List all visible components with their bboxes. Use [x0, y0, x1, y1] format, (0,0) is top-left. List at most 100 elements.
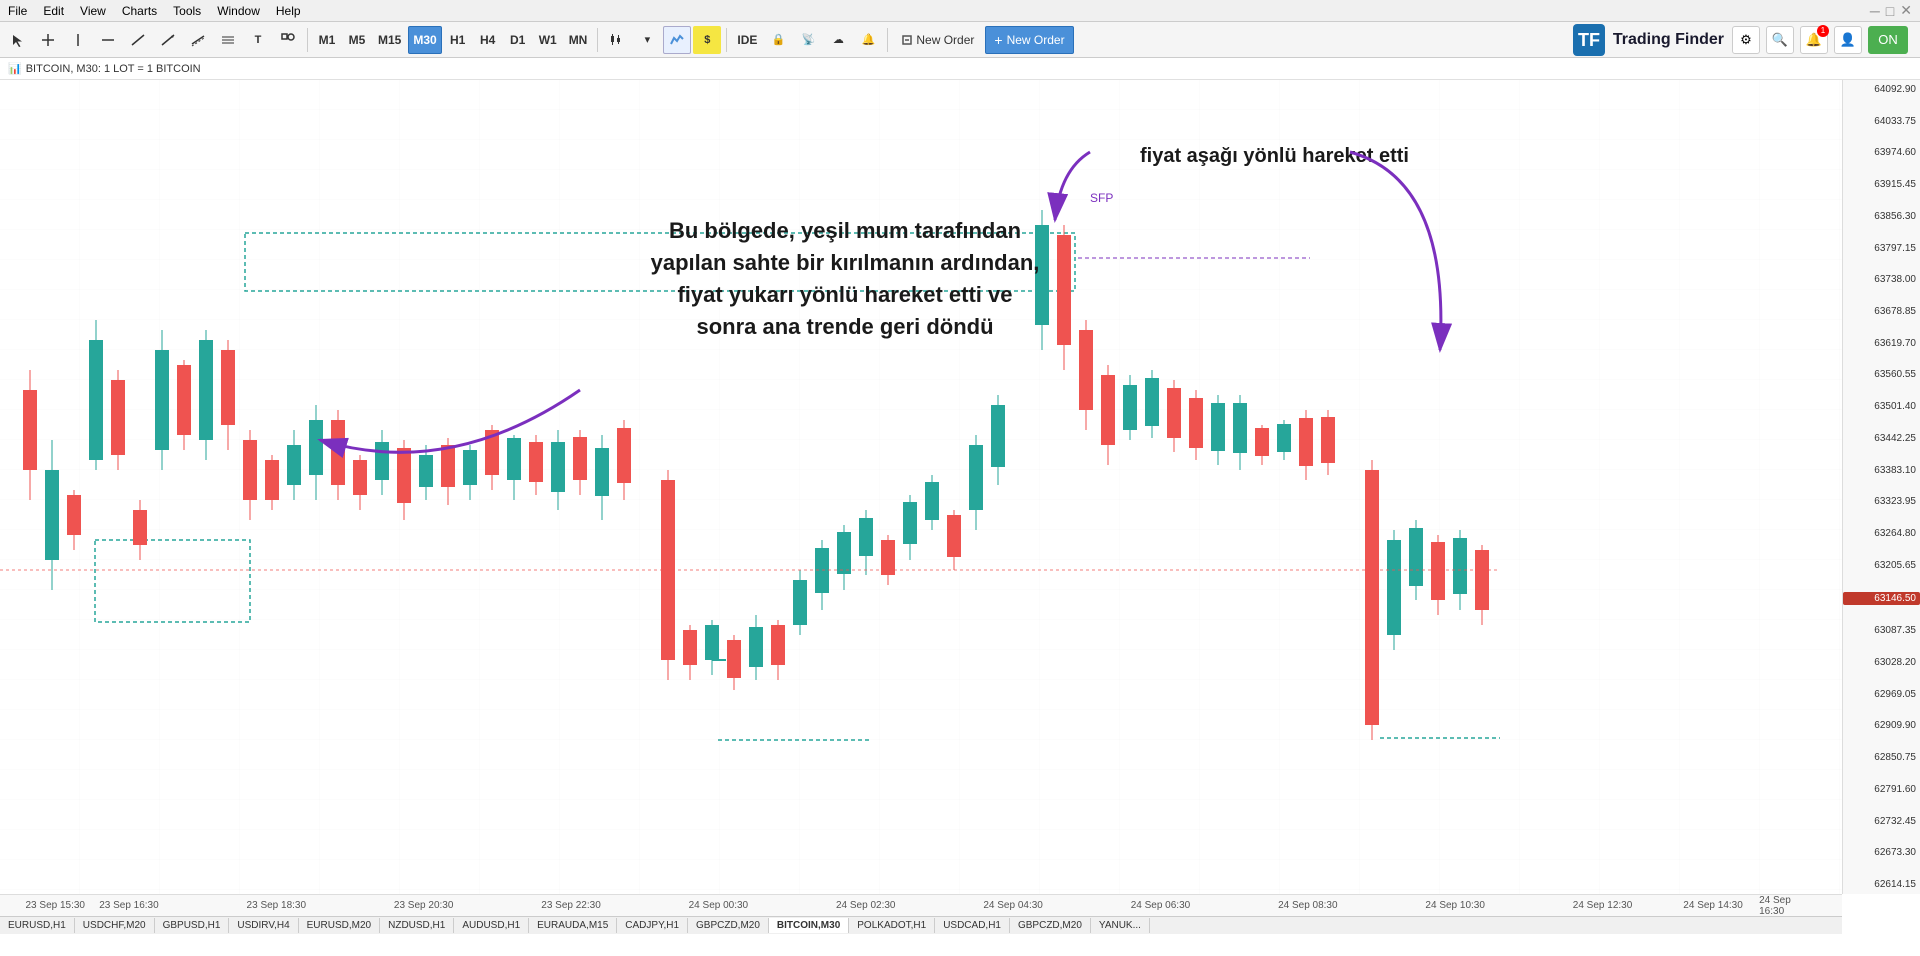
price-63087: 63087.35: [1843, 625, 1920, 636]
tab-gbpusd[interactable]: GBPUSD,H1: [155, 918, 230, 933]
price-63678: 63678.85: [1843, 306, 1920, 317]
ide-btn[interactable]: IDE: [732, 26, 762, 54]
toolbar: T M1 M5 M15 M30 H1 H4 D1 W1 MN ▾ $ IDE 🔒…: [0, 22, 1920, 58]
tf-m15[interactable]: M15: [373, 26, 406, 54]
price-current: 63146.50: [1843, 592, 1920, 605]
time-2: 23 Sep 18:30: [247, 900, 307, 911]
bell-btn[interactable]: 🔔: [854, 26, 882, 54]
bottom-tabs: EURUSD,H1 USDCHF,M20 GBPUSD,H1 USDIRV,H4…: [0, 916, 1842, 934]
tab-eurusd-h1[interactable]: EURUSD,H1: [0, 918, 75, 933]
price-63383: 63383.10: [1843, 465, 1920, 476]
tf-mn[interactable]: MN: [564, 26, 593, 54]
symbol-info: BITCOIN, M30: 1 LOT = 1 BITCOIN: [26, 63, 201, 75]
tool-trendline[interactable]: [124, 26, 152, 54]
signal-btn[interactable]: 📡: [794, 26, 822, 54]
menu-window[interactable]: Window: [217, 4, 260, 18]
price-62673: 62673.30: [1843, 847, 1920, 858]
settings-icon[interactable]: ⚙: [1732, 26, 1760, 54]
time-6: 24 Sep 02:30: [836, 900, 896, 911]
time-9: 24 Sep 08:30: [1278, 900, 1338, 911]
price-62791: 62791.60: [1843, 784, 1920, 795]
tab-eurusd-m20[interactable]: EURUSD,M20: [299, 918, 380, 933]
logo-icon: TF: [1573, 24, 1605, 56]
svg-text:TF: TF: [1578, 30, 1600, 50]
notification-icon[interactable]: 🔔 1: [1800, 26, 1828, 54]
price-62969: 62969.05: [1843, 689, 1920, 700]
logo-area: TF Trading Finder ⚙ 🔍 🔔 1 👤 ON: [1573, 24, 1916, 56]
tool-hline[interactable]: [94, 26, 122, 54]
time-10: 24 Sep 10:30: [1425, 900, 1485, 911]
tool-ray[interactable]: [154, 26, 182, 54]
price-axis: 64092.90 64033.75 63974.60 63915.45 6385…: [1842, 80, 1920, 894]
chart-type-candlestick[interactable]: [603, 26, 631, 54]
lock-btn[interactable]: 🔒: [764, 26, 792, 54]
dollar-btn[interactable]: $: [693, 26, 721, 54]
tf-h1[interactable]: H1: [444, 26, 472, 54]
tool-shapes[interactable]: [274, 26, 302, 54]
tool-fib[interactable]: [214, 26, 242, 54]
price-62909: 62909.90: [1843, 720, 1920, 731]
price-63738: 63738.00: [1843, 274, 1920, 285]
tab-nzdusd[interactable]: NZDUSD,H1: [380, 918, 454, 933]
price-63915: 63915.45: [1843, 179, 1920, 190]
time-4: 23 Sep 22:30: [541, 900, 601, 911]
price-62850: 62850.75: [1843, 752, 1920, 763]
menu-view[interactable]: View: [80, 4, 106, 18]
tab-cadjpy[interactable]: CADJPY,H1: [617, 918, 688, 933]
tool-channel[interactable]: [184, 26, 212, 54]
tool-crosshair[interactable]: [34, 26, 62, 54]
tool-vert-line[interactable]: [64, 26, 92, 54]
chart-type-dropdown[interactable]: ▾: [633, 26, 661, 54]
price-63856: 63856.30: [1843, 211, 1920, 222]
tab-audusd[interactable]: AUDUSD,H1: [454, 918, 529, 933]
price-63028: 63028.20: [1843, 657, 1920, 668]
time-1: 23 Sep 16:30: [99, 900, 159, 911]
menu-edit[interactable]: Edit: [43, 4, 64, 18]
time-11: 24 Sep 12:30: [1573, 900, 1633, 911]
time-5: 24 Sep 00:30: [689, 900, 749, 911]
tab-usdcad[interactable]: USDCAD,H1: [935, 918, 1010, 933]
algo-trading-btn[interactable]: New Order: [893, 26, 983, 54]
time-13: 24 Sep 16:30: [1759, 895, 1814, 917]
price-63797: 63797.15: [1843, 243, 1920, 254]
tab-eurauda[interactable]: EURAUDA,M15: [529, 918, 617, 933]
price-63501: 63501.40: [1843, 401, 1920, 412]
tab-usdchf[interactable]: USDCHF,M20: [75, 918, 155, 933]
tf-m1[interactable]: M1: [313, 26, 341, 54]
logo-text: Trading Finder: [1613, 31, 1724, 49]
time-7: 24 Sep 04:30: [983, 900, 1043, 911]
tab-bitcoin-m30[interactable]: BITCOIN,M30: [769, 918, 849, 933]
time-8: 24 Sep 06:30: [1131, 900, 1191, 911]
price-63323: 63323.95: [1843, 496, 1920, 507]
tf-m5[interactable]: M5: [343, 26, 371, 54]
user-icon[interactable]: 👤: [1834, 26, 1862, 54]
price-64033: 64033.75: [1843, 116, 1920, 127]
tf-h4[interactable]: H4: [474, 26, 502, 54]
tool-cursor[interactable]: [4, 26, 32, 54]
tab-gbpczd-m20[interactable]: GBPCZD,M20: [688, 918, 769, 933]
indicator-btn[interactable]: [663, 26, 691, 54]
time-axis: 23 Sep 15:30 23 Sep 16:30 23 Sep 18:30 2…: [0, 894, 1842, 916]
sep-1: [307, 28, 308, 52]
menu-help[interactable]: Help: [276, 4, 301, 18]
tool-text[interactable]: T: [244, 26, 272, 54]
menu-charts[interactable]: Charts: [122, 4, 157, 18]
tab-polkadot[interactable]: POLKADOT,H1: [849, 918, 935, 933]
tf-w1[interactable]: W1: [534, 26, 562, 54]
menu-file[interactable]: File: [8, 4, 27, 18]
symbol-bar: 📊 BITCOIN, M30: 1 LOT = 1 BITCOIN: [0, 58, 1920, 80]
chart-container: Bu bölgede, yeşil mum tarafından yapılan…: [0, 80, 1920, 934]
sep-3: [726, 28, 727, 52]
tf-d1[interactable]: D1: [504, 26, 532, 54]
tab-usdirv[interactable]: USDIRV,H4: [229, 918, 298, 933]
search-icon[interactable]: 🔍: [1766, 26, 1794, 54]
time-0: 23 Sep 15:30: [26, 900, 86, 911]
tf-m30[interactable]: M30: [408, 26, 441, 54]
right-toolbar: ⚙ 🔍 🔔 1 👤 ON: [1732, 26, 1908, 54]
cloud-btn[interactable]: ☁: [824, 26, 852, 54]
tab-yanuk[interactable]: YANUK...: [1091, 918, 1150, 933]
time-12: 24 Sep 14:30: [1683, 900, 1743, 911]
menu-tools[interactable]: Tools: [173, 4, 201, 18]
tab-gbpczd-m20-2[interactable]: GBPCZD,M20: [1010, 918, 1091, 933]
new-order-btn[interactable]: + New Order: [985, 26, 1073, 54]
